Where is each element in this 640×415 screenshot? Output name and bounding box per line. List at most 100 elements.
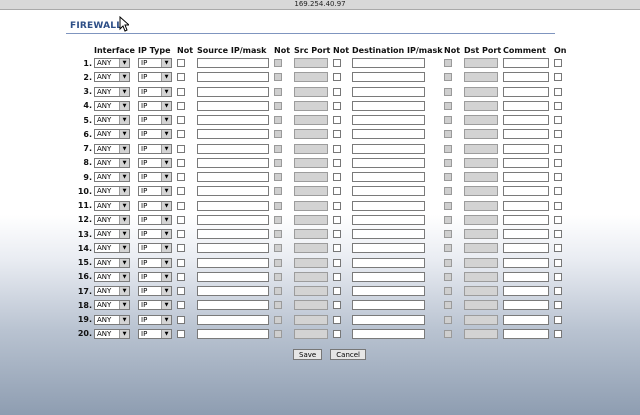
- interface-select[interactable]: ANY ▼: [94, 300, 130, 311]
- dst-port-input[interactable]: [464, 314, 498, 325]
- not-destination-checkbox[interactable]: [444, 158, 452, 167]
- destination-ip-input[interactable]: [352, 58, 425, 69]
- not-type-checkbox[interactable]: [177, 101, 185, 110]
- not-destination-checkbox[interactable]: [444, 201, 452, 210]
- source-ip-input[interactable]: [197, 157, 269, 168]
- ip-type-select[interactable]: IP ▼: [138, 172, 172, 183]
- comment-input[interactable]: [503, 314, 549, 325]
- not-destination-checkbox[interactable]: [444, 215, 452, 224]
- comment-input[interactable]: [503, 186, 549, 197]
- not-src-port-checkbox[interactable]: [333, 101, 341, 110]
- interface-select[interactable]: ANY ▼: [94, 172, 130, 183]
- comment-input[interactable]: [503, 328, 549, 339]
- ip-type-select[interactable]: IP ▼: [138, 214, 172, 225]
- interface-select[interactable]: ANY ▼: [94, 186, 130, 197]
- source-ip-input[interactable]: [197, 243, 269, 254]
- not-src-port-checkbox[interactable]: [333, 144, 341, 153]
- cancel-button[interactable]: Cancel: [330, 349, 366, 360]
- not-destination-checkbox[interactable]: [444, 59, 452, 68]
- not-src-port-checkbox[interactable]: [333, 329, 341, 338]
- not-destination-checkbox[interactable]: [444, 173, 452, 182]
- src-port-input[interactable]: [294, 214, 328, 225]
- dst-port-input[interactable]: [464, 186, 498, 197]
- interface-select[interactable]: ANY ▼: [94, 200, 130, 211]
- not-type-checkbox[interactable]: [177, 158, 185, 167]
- src-port-input[interactable]: [294, 143, 328, 154]
- comment-input[interactable]: [503, 86, 549, 97]
- src-port-input[interactable]: [294, 286, 328, 297]
- ip-type-select[interactable]: IP ▼: [138, 115, 172, 126]
- src-port-input[interactable]: [294, 243, 328, 254]
- comment-input[interactable]: [503, 72, 549, 83]
- not-source-checkbox[interactable]: [274, 187, 282, 196]
- not-source-checkbox[interactable]: [274, 244, 282, 253]
- src-port-input[interactable]: [294, 86, 328, 97]
- comment-input[interactable]: [503, 257, 549, 268]
- dst-port-input[interactable]: [464, 214, 498, 225]
- not-source-checkbox[interactable]: [274, 130, 282, 139]
- not-src-port-checkbox[interactable]: [333, 315, 341, 324]
- not-destination-checkbox[interactable]: [444, 73, 452, 82]
- interface-select[interactable]: ANY ▼: [94, 100, 130, 111]
- ip-type-select[interactable]: IP ▼: [138, 72, 172, 83]
- destination-ip-input[interactable]: [352, 129, 425, 140]
- interface-select[interactable]: ANY ▼: [94, 129, 130, 140]
- destination-ip-input[interactable]: [352, 214, 425, 225]
- source-ip-input[interactable]: [197, 143, 269, 154]
- source-ip-input[interactable]: [197, 328, 269, 339]
- not-src-port-checkbox[interactable]: [333, 258, 341, 267]
- not-source-checkbox[interactable]: [274, 158, 282, 167]
- comment-input[interactable]: [503, 200, 549, 211]
- dst-port-input[interactable]: [464, 243, 498, 254]
- comment-input[interactable]: [503, 300, 549, 311]
- not-type-checkbox[interactable]: [177, 87, 185, 96]
- rule-enabled-checkbox[interactable]: [554, 116, 562, 125]
- interface-select[interactable]: ANY ▼: [94, 115, 130, 126]
- ip-type-select[interactable]: IP ▼: [138, 58, 172, 69]
- dst-port-input[interactable]: [464, 100, 498, 111]
- interface-select[interactable]: ANY ▼: [94, 328, 130, 339]
- dst-port-input[interactable]: [464, 200, 498, 211]
- dst-port-input[interactable]: [464, 86, 498, 97]
- comment-input[interactable]: [503, 157, 549, 168]
- not-type-checkbox[interactable]: [177, 315, 185, 324]
- not-src-port-checkbox[interactable]: [333, 230, 341, 239]
- source-ip-input[interactable]: [197, 271, 269, 282]
- not-destination-checkbox[interactable]: [444, 101, 452, 110]
- rule-enabled-checkbox[interactable]: [554, 258, 562, 267]
- source-ip-input[interactable]: [197, 300, 269, 311]
- not-destination-checkbox[interactable]: [444, 272, 452, 281]
- not-source-checkbox[interactable]: [274, 101, 282, 110]
- rule-enabled-checkbox[interactable]: [554, 201, 562, 210]
- destination-ip-input[interactable]: [352, 300, 425, 311]
- not-src-port-checkbox[interactable]: [333, 173, 341, 182]
- rule-enabled-checkbox[interactable]: [554, 87, 562, 96]
- src-port-input[interactable]: [294, 100, 328, 111]
- not-source-checkbox[interactable]: [274, 116, 282, 125]
- not-src-port-checkbox[interactable]: [333, 215, 341, 224]
- interface-select[interactable]: ANY ▼: [94, 143, 130, 154]
- not-src-port-checkbox[interactable]: [333, 244, 341, 253]
- src-port-input[interactable]: [294, 172, 328, 183]
- ip-type-select[interactable]: IP ▼: [138, 100, 172, 111]
- ip-type-select[interactable]: IP ▼: [138, 286, 172, 297]
- not-destination-checkbox[interactable]: [444, 130, 452, 139]
- comment-input[interactable]: [503, 100, 549, 111]
- interface-select[interactable]: ANY ▼: [94, 86, 130, 97]
- not-src-port-checkbox[interactable]: [333, 59, 341, 68]
- not-src-port-checkbox[interactable]: [333, 201, 341, 210]
- rule-enabled-checkbox[interactable]: [554, 329, 562, 338]
- ip-type-select[interactable]: IP ▼: [138, 86, 172, 97]
- ip-type-select[interactable]: IP ▼: [138, 300, 172, 311]
- not-type-checkbox[interactable]: [177, 116, 185, 125]
- rule-enabled-checkbox[interactable]: [554, 59, 562, 68]
- dst-port-input[interactable]: [464, 72, 498, 83]
- not-type-checkbox[interactable]: [177, 329, 185, 338]
- not-destination-checkbox[interactable]: [444, 287, 452, 296]
- comment-input[interactable]: [503, 214, 549, 225]
- not-source-checkbox[interactable]: [274, 287, 282, 296]
- not-destination-checkbox[interactable]: [444, 301, 452, 310]
- not-source-checkbox[interactable]: [274, 59, 282, 68]
- destination-ip-input[interactable]: [352, 328, 425, 339]
- not-src-port-checkbox[interactable]: [333, 73, 341, 82]
